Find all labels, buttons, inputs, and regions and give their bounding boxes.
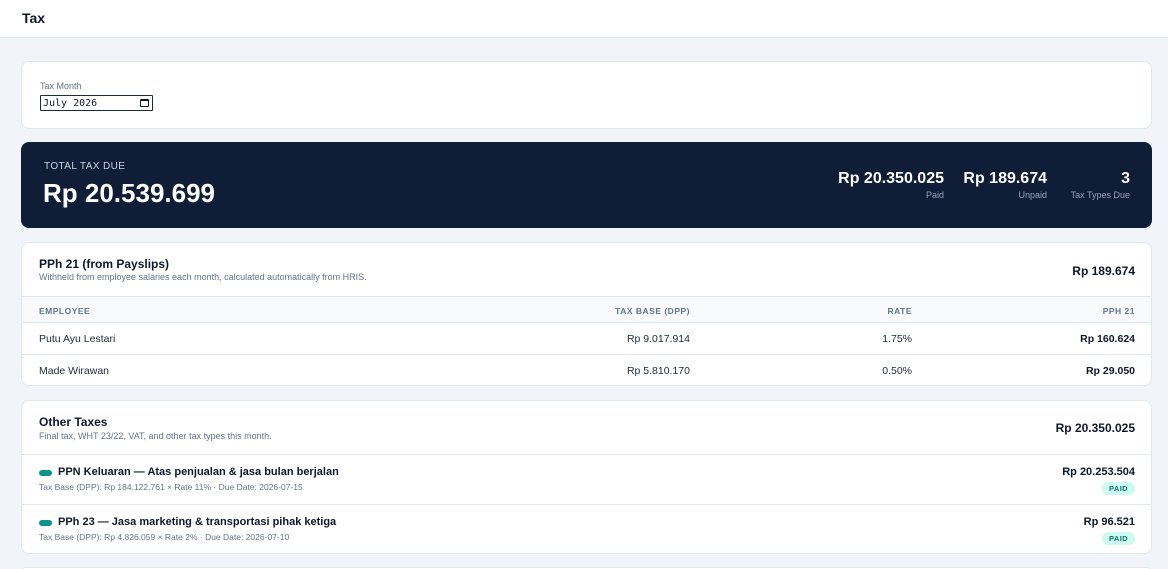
page-title: Tax: [22, 10, 46, 26]
col-employee: EMPLOYEE: [39, 306, 91, 316]
tax-item-amount: Rp 20.253.504: [1062, 466, 1135, 478]
col-pph21: PPH 21: [1102, 306, 1135, 316]
tax-item-amount: Rp 96.521: [1083, 516, 1135, 528]
tax-month-value: July 2026: [43, 97, 98, 109]
tax-summary-banner: TOTAL TAX DUE Rp 20.539.699 Rp 20.350.02…: [21, 142, 1152, 228]
paid-value: Rp 20.350.025: [838, 170, 944, 187]
col-rate: RATE: [887, 306, 912, 316]
unpaid-label: Unpaid: [1018, 190, 1047, 200]
col-tax-base: TAX BASE (DPP): [615, 306, 690, 316]
tax-base-value: Rp 5.810.170: [626, 365, 690, 377]
tax-item-name: PPN Keluaran — Atas penjualan & jasa bul…: [58, 466, 339, 478]
table-row: Made Wirawan Rp 5.810.170 0.50% Rp 29.05…: [22, 355, 1151, 385]
other-taxes-total: Rp 20.350.025: [1055, 421, 1135, 435]
tax-base-value: Rp 9.017.914: [626, 333, 690, 345]
filter-card: Tax Month July 2026: [21, 61, 1152, 129]
employee-name: Made Wirawan: [39, 365, 110, 377]
tax-item-meta: Tax Base (DPP): Rp 4.826.059 × Rate 2% ·…: [39, 532, 290, 542]
pph21-amount: Rp 29.050: [1085, 365, 1135, 377]
tax-types-value: 3: [1121, 170, 1130, 187]
status-badge: PAID: [1102, 532, 1135, 545]
list-item[interactable]: PPh 23 — Jasa marketing & transportasi p…: [22, 504, 1151, 553]
other-taxes-subtitle: Final tax, WHT 23/22, VAT, and other tax…: [39, 431, 272, 441]
unpaid-stat: Rp 189.674 Unpaid: [963, 170, 1047, 200]
list-item[interactable]: PPN Keluaran — Atas penjualan & jasa bul…: [22, 454, 1151, 504]
status-dot-icon: [39, 470, 52, 476]
pph21-amount: Rp 160.624: [1080, 333, 1135, 345]
status-dot-icon: [39, 520, 52, 526]
total-tax-value: Rp 20.539.699: [43, 178, 216, 208]
paid-label: Paid: [925, 190, 944, 200]
pph21-total: Rp 189.674: [1072, 264, 1135, 278]
unpaid-value: Rp 189.674: [963, 170, 1047, 187]
tax-types-stat: 3 Tax Types Due: [1071, 170, 1130, 200]
tax-item-name: PPh 23 — Jasa marketing & transportasi p…: [58, 516, 337, 528]
pph21-card: PPh 21 (from Payslips) Withheld from emp…: [21, 242, 1152, 386]
total-tax-label: TOTAL TAX DUE: [44, 161, 126, 172]
tax-types-label: Tax Types Due: [1070, 190, 1130, 200]
rate-value: 0.50%: [882, 365, 912, 377]
tax-month-input[interactable]: July 2026: [40, 95, 153, 111]
pph21-title: PPh 21 (from Payslips): [39, 257, 170, 271]
employee-name: Putu Ayu Lestari: [39, 333, 116, 345]
paid-stat: Rp 20.350.025 Paid: [838, 170, 944, 200]
calendar-icon[interactable]: [140, 99, 149, 107]
pph21-table-header: EMPLOYEE TAX BASE (DPP) RATE PPH 21: [22, 296, 1151, 323]
table-row: Putu Ayu Lestari Rp 9.017.914 1.75% Rp 1…: [22, 323, 1151, 355]
tax-month-label: Tax Month: [40, 81, 82, 91]
other-taxes-card: Other Taxes Final tax, WHT 23/22, VAT, a…: [21, 400, 1152, 554]
top-bar: Tax: [0, 0, 1168, 38]
pph21-subtitle: Withheld from employee salaries each mon…: [39, 272, 367, 282]
other-taxes-title: Other Taxes: [39, 415, 108, 429]
rate-value: 1.75%: [882, 333, 912, 345]
tax-item-meta: Tax Base (DPP): Rp 184.122.761 × Rate 11…: [39, 482, 303, 492]
status-badge: PAID: [1102, 482, 1135, 495]
